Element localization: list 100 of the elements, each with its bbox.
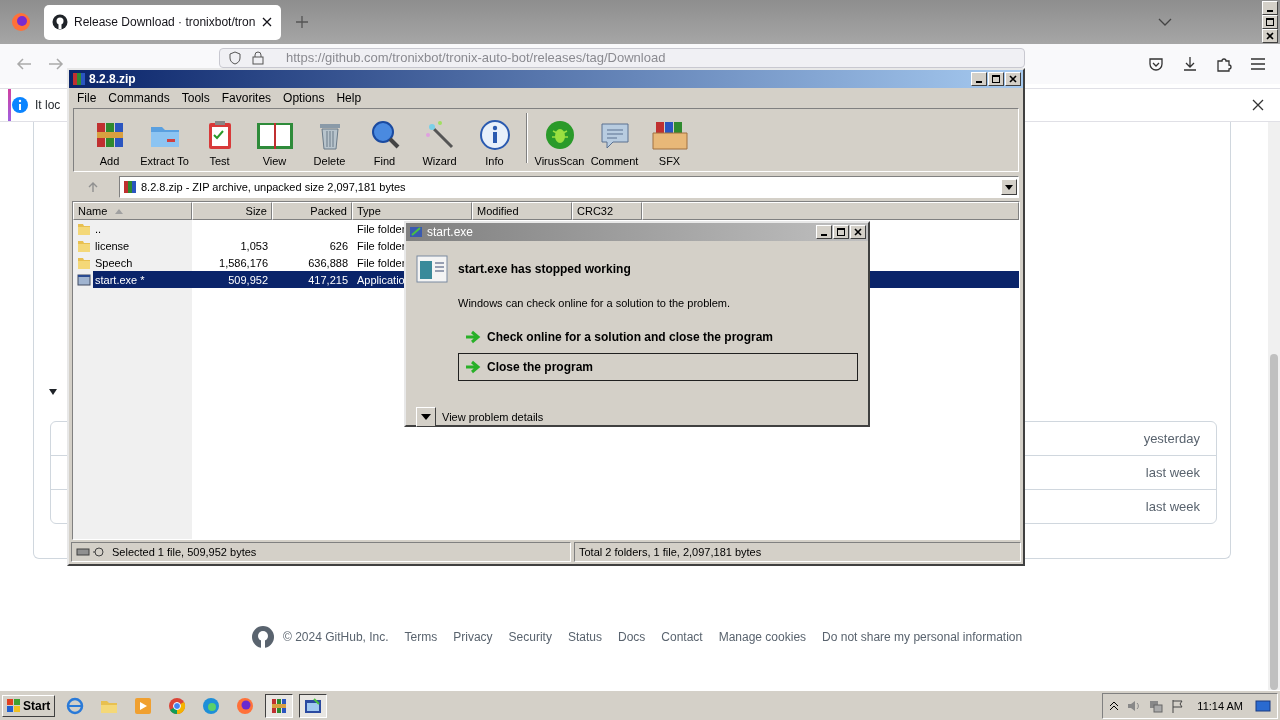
chevron-down-icon: [1158, 17, 1172, 27]
toolbar-button[interactable]: Test: [192, 119, 247, 167]
toolbar-button[interactable]: Info: [467, 119, 522, 167]
maximize-button[interactable]: [1262, 15, 1278, 29]
expand-button[interactable]: [416, 407, 436, 427]
toolbar-button[interactable]: Extract To: [137, 119, 192, 167]
footer-link[interactable]: Terms: [404, 630, 438, 644]
scrollbar-thumb[interactable]: [1270, 354, 1278, 690]
window-app-icon: [304, 696, 323, 715]
toolbar-button[interactable]: Comment: [587, 119, 642, 167]
command-link[interactable]: Close the program: [458, 353, 858, 381]
github-icon: [52, 14, 68, 30]
file-name[interactable]: start.exe *: [95, 273, 145, 286]
minimize-button[interactable]: [971, 72, 987, 86]
footer-link[interactable]: Docs: [617, 630, 646, 644]
dropdown-button[interactable]: [1001, 179, 1017, 195]
up-arrow-icon: [87, 181, 99, 193]
drive-icon: [76, 546, 106, 558]
file-name[interactable]: Speech: [95, 256, 133, 269]
download-icon: [1182, 56, 1198, 72]
toolbar-button[interactable]: SFX: [642, 119, 697, 167]
close-icon: [1252, 99, 1264, 111]
browser-tab[interactable]: Release Download · tronixbot/tron: [44, 4, 282, 40]
footer-link[interactable]: Status: [567, 630, 602, 644]
chevron-up-icon: [1109, 700, 1120, 711]
relative-time: last week: [1145, 465, 1200, 480]
menu-item[interactable]: Options: [277, 91, 331, 105]
program-icon: [77, 272, 91, 287]
file-name[interactable]: ..: [95, 222, 102, 235]
dialog-heading: start.exe has stopped working: [458, 262, 631, 276]
menu-item[interactable]: Help: [330, 91, 368, 105]
toolbar-button[interactable]: VirusScan: [532, 119, 587, 167]
back-arrow-icon: [16, 56, 32, 72]
toolbar-button[interactable]: Wizard: [412, 119, 467, 167]
books-icon: [72, 72, 86, 86]
caret-icon: [1005, 184, 1013, 190]
taskbar-app-button[interactable]: [265, 693, 294, 718]
menu-item[interactable]: File: [71, 91, 103, 105]
clock: 11:14 AM: [1197, 699, 1243, 712]
close-icon: [1009, 75, 1017, 83]
packed-size: 636,888: [308, 256, 348, 269]
maximize-icon: [837, 228, 845, 236]
close-button[interactable]: [850, 225, 866, 239]
toolbar-button[interactable]: Find: [357, 119, 412, 167]
start-button[interactable]: Start: [2, 694, 56, 717]
close-button[interactable]: [1262, 29, 1278, 43]
command-link[interactable]: Check online for a solution and close the program: [458, 323, 858, 351]
box-icon: [649, 119, 690, 151]
close-icon: [1266, 32, 1274, 40]
menu-item[interactable]: Tools: [175, 91, 216, 105]
network-icon: [1149, 698, 1164, 713]
close-icon: [854, 228, 862, 236]
maximize-button[interactable]: [833, 225, 849, 239]
column-header[interactable]: Packed: [272, 202, 352, 220]
bug-icon: [543, 119, 576, 151]
info-icon: [478, 119, 511, 151]
shield-icon: [228, 51, 242, 65]
column-header[interactable]: Type: [352, 202, 472, 220]
dialog-message: Windows can check online for a solution to the problem.: [458, 297, 732, 309]
flag-icon: [1171, 698, 1186, 713]
arrow-right-icon: [465, 330, 481, 344]
app-icon: [409, 225, 423, 239]
minimize-button[interactable]: [816, 225, 832, 239]
firefox-icon: [11, 12, 31, 32]
globe-icon: [66, 696, 85, 715]
close-button[interactable]: [1005, 72, 1021, 86]
footer-link[interactable]: Do not share my personal information: [822, 630, 1023, 644]
column-header[interactable]: CRC32: [572, 202, 642, 220]
maximize-icon: [1266, 18, 1274, 26]
packed-size: 626: [329, 239, 348, 252]
arrow-right-icon: [465, 360, 481, 374]
footer-link[interactable]: Security: [508, 630, 552, 644]
file-name[interactable]: license: [95, 239, 130, 252]
status-text: Selected 1 file, 509,952 bytes: [112, 546, 257, 558]
column-header[interactable]: Modified: [472, 202, 572, 220]
file-size: 509,952: [228, 273, 268, 286]
menu-item[interactable]: Commands: [102, 91, 176, 105]
toolbar-button[interactable]: Add: [82, 119, 137, 167]
path-field[interactable]: 8.2.8.zip - ZIP archive, unpacked size 2,097,181 bytes: [119, 176, 1019, 198]
menu-item[interactable]: Favorites: [215, 91, 278, 105]
media-player-icon: [134, 696, 153, 715]
close-icon: [261, 16, 274, 28]
taskbar-app-button[interactable]: [299, 693, 328, 718]
minimize-button[interactable]: [1262, 1, 1278, 15]
maximize-icon: [992, 75, 1000, 83]
packed-size: 417,215: [308, 273, 348, 286]
github-icon: [251, 625, 275, 649]
toolbar-button[interactable]: Delete: [302, 119, 357, 167]
footer-link[interactable]: Manage cookies: [718, 630, 807, 644]
maximize-button[interactable]: [988, 72, 1004, 86]
folder-icon: [77, 255, 91, 270]
column-header[interactable]: Size: [192, 202, 272, 220]
wand-icon: [423, 119, 456, 151]
edge-icon: [202, 696, 221, 715]
toolbar-button[interactable]: View: [247, 119, 302, 167]
column-header[interactable]: Name: [73, 202, 192, 220]
footer-link[interactable]: Privacy: [453, 630, 493, 644]
notification-text: It loc: [35, 98, 61, 112]
details-label[interactable]: View problem details: [442, 411, 544, 423]
footer-link[interactable]: Contact: [661, 630, 703, 644]
